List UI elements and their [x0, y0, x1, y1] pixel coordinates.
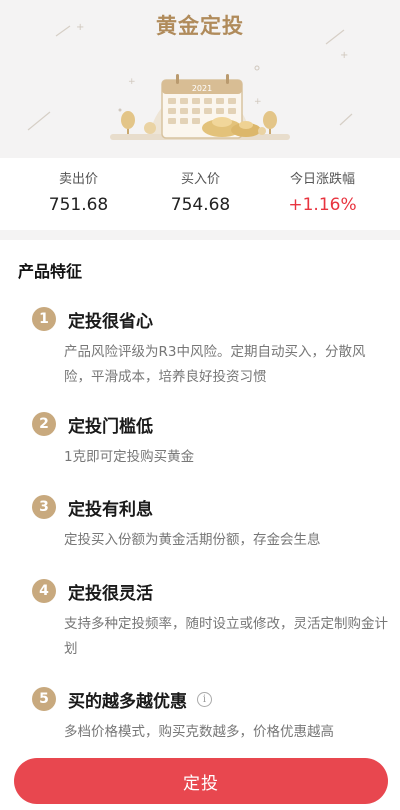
- feature-number-badge: 4: [32, 579, 56, 603]
- info-icon[interactable]: i: [197, 691, 212, 707]
- sell-price: 卖出价 751.68: [12, 170, 145, 216]
- feature-description: 定投买入份额为黄金活期份额，存金会生息: [64, 532, 321, 548]
- feature-title: 买的越多越优惠: [68, 691, 187, 712]
- buy-price-value: 754.68: [170, 195, 231, 215]
- feature-number-badge: 2: [32, 412, 56, 436]
- feature-description: 支持多种定投频率，随时设立或修改，灵活定制购金计划: [64, 616, 388, 657]
- daily-change: 今日涨跌幅 +1.16%: [256, 170, 389, 216]
- section-title: 产品特征: [18, 262, 83, 281]
- buy-price-label: 买入价: [180, 172, 220, 187]
- svg-text:+: +: [254, 97, 262, 107]
- section-divider: [0, 230, 400, 240]
- feature-number-badge: 1: [32, 307, 56, 331]
- feature-item: 1 定投很省心 产品风险评级为R3中风险。定期自动买入，分散风险，平滑成本，培养…: [32, 306, 392, 390]
- feature-description: 多档价格模式，购买克数越多，价格优惠越高: [64, 724, 334, 740]
- feature-number-badge: 3: [32, 495, 56, 519]
- feature-title: 定投有利息: [68, 499, 153, 520]
- feature-description: 1克即可定投购买黄金: [64, 449, 195, 465]
- feature-description: 产品风险评级为R3中风险。定期自动买入，分散风险，平滑成本，培养良好投资习惯: [64, 344, 366, 385]
- sell-price-value: 751.68: [48, 195, 109, 215]
- feature-title: 定投很灵活: [68, 583, 153, 604]
- calendar-year: 2021: [192, 84, 212, 93]
- feature-title: 定投门槛低: [68, 416, 153, 437]
- feature-item: 4 定投很灵活 支持多种定投频率，随时设立或修改，灵活定制购金计划: [32, 578, 392, 662]
- hero-banner: + + + + 2021 黄金定投: [0, 0, 400, 158]
- buy-price: 买入价 754.68: [134, 170, 267, 216]
- svg-text:+: +: [340, 50, 348, 61]
- feature-title: 定投很省心: [68, 311, 153, 332]
- page-title: 黄金定投: [156, 14, 244, 38]
- daily-change-label: 今日涨跌幅: [289, 172, 355, 187]
- daily-change-value: +1.16%: [288, 195, 357, 215]
- sell-price-label: 卖出价: [58, 172, 98, 187]
- svg-text:+: +: [128, 77, 136, 87]
- feature-number-badge: 5: [32, 687, 56, 711]
- feature-item: 5 买的越多越优惠 i 多档价格模式，购买克数越多，价格优惠越高: [32, 686, 392, 745]
- price-summary: 卖出价 751.68 买入价 754.68 今日涨跌幅 +1.16%: [0, 158, 400, 230]
- feature-item: 2 定投门槛低 1克即可定投购买黄金: [32, 411, 392, 470]
- feature-item: 3 定投有利息 定投买入份额为黄金活期份额，存金会生息: [32, 494, 392, 553]
- invest-button[interactable]: 定投: [14, 758, 388, 804]
